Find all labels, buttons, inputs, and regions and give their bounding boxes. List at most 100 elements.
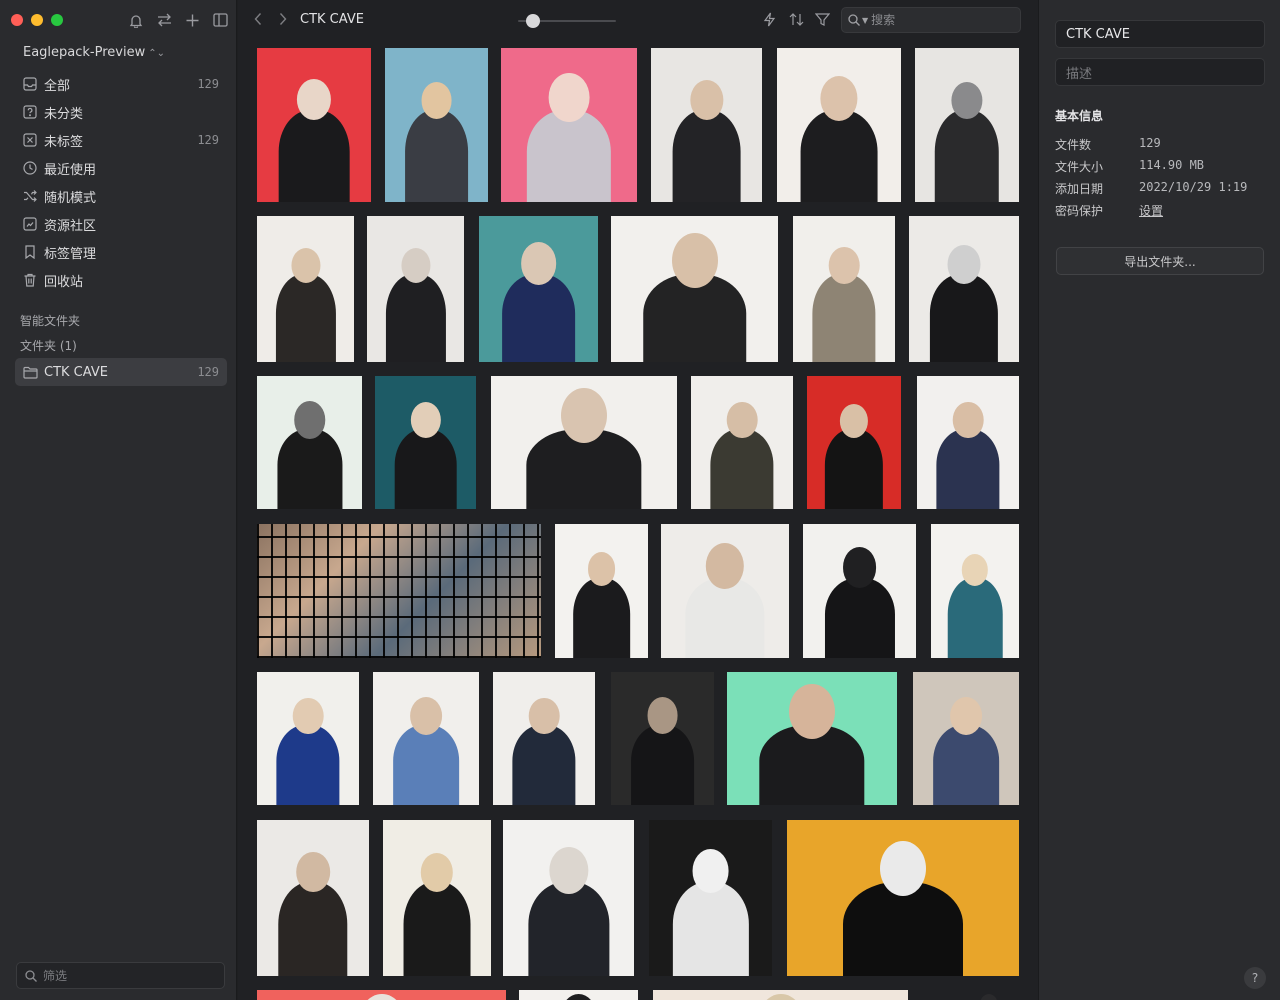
info-row-file-count: 文件数 129 xyxy=(1055,136,1265,156)
back-arrow-icon[interactable] xyxy=(254,12,262,30)
library-name: Eaglepack-Preview xyxy=(23,45,146,60)
image-thumbnail[interactable] xyxy=(651,48,762,202)
image-thumbnail[interactable] xyxy=(649,820,772,976)
sidebar-toggle-icon[interactable] xyxy=(212,11,228,29)
sidebar-item-recent[interactable]: 最近使用 xyxy=(15,154,227,182)
image-thumbnail[interactable] xyxy=(807,376,901,509)
image-thumbnail[interactable] xyxy=(917,376,1019,509)
question-box-icon xyxy=(22,104,38,120)
image-thumbnail[interactable] xyxy=(555,524,648,658)
sidebar-item-untagged[interactable]: 未标签 129 xyxy=(15,126,227,154)
illustration-figure xyxy=(275,274,336,362)
image-thumbnail[interactable] xyxy=(915,48,1019,202)
image-thumbnail[interactable] xyxy=(257,820,369,976)
image-thumbnail[interactable] xyxy=(909,216,1019,362)
swap-icon[interactable] xyxy=(156,11,172,29)
image-thumbnail[interactable] xyxy=(367,216,464,362)
info-key: 密码保护 xyxy=(1055,204,1104,218)
inspector-panel: CTK CAVE 描述 基本信息 文件数 129 文件大小 114.90 MB … xyxy=(1038,0,1280,1000)
image-thumbnail[interactable] xyxy=(803,524,916,658)
zoom-slider-knob[interactable] xyxy=(526,14,540,28)
forward-arrow-icon[interactable] xyxy=(279,12,287,30)
illustration-head xyxy=(952,401,984,439)
filter-field[interactable] xyxy=(16,962,225,989)
image-thumbnail[interactable] xyxy=(491,376,677,509)
sort-icon[interactable] xyxy=(789,12,804,27)
sidebar-item-label: 全部 xyxy=(44,78,71,94)
image-thumbnail[interactable] xyxy=(787,820,1019,976)
image-thumbnail[interactable] xyxy=(727,672,897,805)
image-thumbnail[interactable] xyxy=(958,990,1019,1000)
image-thumbnail[interactable] xyxy=(793,216,895,362)
image-thumbnail[interactable] xyxy=(611,216,778,362)
info-row-date-added: 添加日期 2022/10/29 1:19 xyxy=(1055,180,1265,200)
export-folder-button[interactable]: 导出文件夹... xyxy=(1056,247,1264,275)
illustration-head xyxy=(757,994,804,1000)
illustration-figure xyxy=(501,274,576,362)
password-setup-link[interactable]: 设置 xyxy=(1139,202,1163,222)
image-thumbnail[interactable] xyxy=(931,524,1019,658)
sidebar-item-random[interactable]: 随机模式 xyxy=(15,182,227,210)
folder-item-ctk-cave[interactable]: CTK CAVE 129 xyxy=(15,358,227,386)
image-thumbnail[interactable] xyxy=(653,990,908,1000)
filter-input[interactable] xyxy=(43,968,213,983)
sidebar-item-community[interactable]: 资源社区 xyxy=(15,210,227,238)
image-thumbnail[interactable] xyxy=(777,48,901,202)
image-thumbnail[interactable] xyxy=(479,216,598,362)
illustration-figure xyxy=(527,882,610,976)
zoom-slider[interactable] xyxy=(518,14,616,28)
clock-icon xyxy=(22,160,38,176)
illustration-head xyxy=(358,994,405,1000)
community-icon xyxy=(22,216,38,232)
image-thumbnail[interactable] xyxy=(257,672,359,805)
info-key: 文件数 xyxy=(1055,138,1092,152)
image-thumbnail[interactable] xyxy=(257,524,541,658)
close-window-button[interactable] xyxy=(11,14,23,26)
library-selector[interactable]: Eaglepack-Preview ⌃⌄ xyxy=(23,45,165,60)
filter-icon[interactable] xyxy=(815,12,830,27)
image-thumbnail[interactable] xyxy=(385,48,488,202)
image-thumbnail[interactable] xyxy=(257,990,506,1000)
illustration-head xyxy=(979,994,998,1000)
illustration-head xyxy=(842,547,877,588)
sidebar-item-all[interactable]: 全部 129 xyxy=(15,70,227,98)
image-thumbnail[interactable] xyxy=(611,672,714,805)
image-thumbnail[interactable] xyxy=(493,672,595,805)
bell-icon[interactable] xyxy=(128,11,144,29)
image-thumbnail[interactable] xyxy=(503,820,634,976)
illustration-head xyxy=(293,400,326,439)
sidebar-item-trash[interactable]: 回收站 xyxy=(15,266,227,294)
illustration-head xyxy=(820,76,858,121)
sidebar-item-uncategorized[interactable]: 未分类 xyxy=(15,98,227,126)
description-field[interactable]: 描述 xyxy=(1055,58,1265,86)
search-field[interactable]: ▼ xyxy=(841,7,1021,33)
smart-folders-heading[interactable]: 智能文件夹 xyxy=(20,312,80,329)
help-button[interactable]: ? xyxy=(1244,967,1266,989)
illustration-head xyxy=(726,401,758,439)
image-thumbnail[interactable] xyxy=(691,376,793,509)
illustration-figure xyxy=(710,429,774,509)
lightning-icon[interactable] xyxy=(763,12,776,27)
image-thumbnail[interactable] xyxy=(373,672,479,805)
image-thumbnail[interactable] xyxy=(257,48,371,202)
image-thumbnail[interactable] xyxy=(257,376,362,509)
image-thumbnail[interactable] xyxy=(257,216,354,362)
folders-heading[interactable]: 文件夹 (1) xyxy=(20,337,77,354)
folder-title-field[interactable]: CTK CAVE xyxy=(1055,20,1265,48)
minimize-window-button[interactable] xyxy=(31,14,43,26)
image-thumbnail[interactable] xyxy=(519,990,638,1000)
sidebar-item-label: 最近使用 xyxy=(44,162,97,178)
plus-icon[interactable] xyxy=(184,11,200,29)
image-thumbnail[interactable] xyxy=(913,672,1019,805)
sidebar-item-tag-manager[interactable]: 标签管理 xyxy=(15,238,227,266)
illustration-figure xyxy=(672,882,749,976)
illustration-head xyxy=(880,841,926,897)
image-thumbnail[interactable] xyxy=(501,48,637,202)
chevron-down-icon[interactable]: ▼ xyxy=(862,16,868,25)
illustration-head xyxy=(296,78,332,120)
image-thumbnail[interactable] xyxy=(661,524,789,658)
search-input[interactable] xyxy=(871,13,1002,27)
zoom-window-button[interactable] xyxy=(51,14,63,26)
image-thumbnail[interactable] xyxy=(375,376,476,509)
image-thumbnail[interactable] xyxy=(383,820,491,976)
